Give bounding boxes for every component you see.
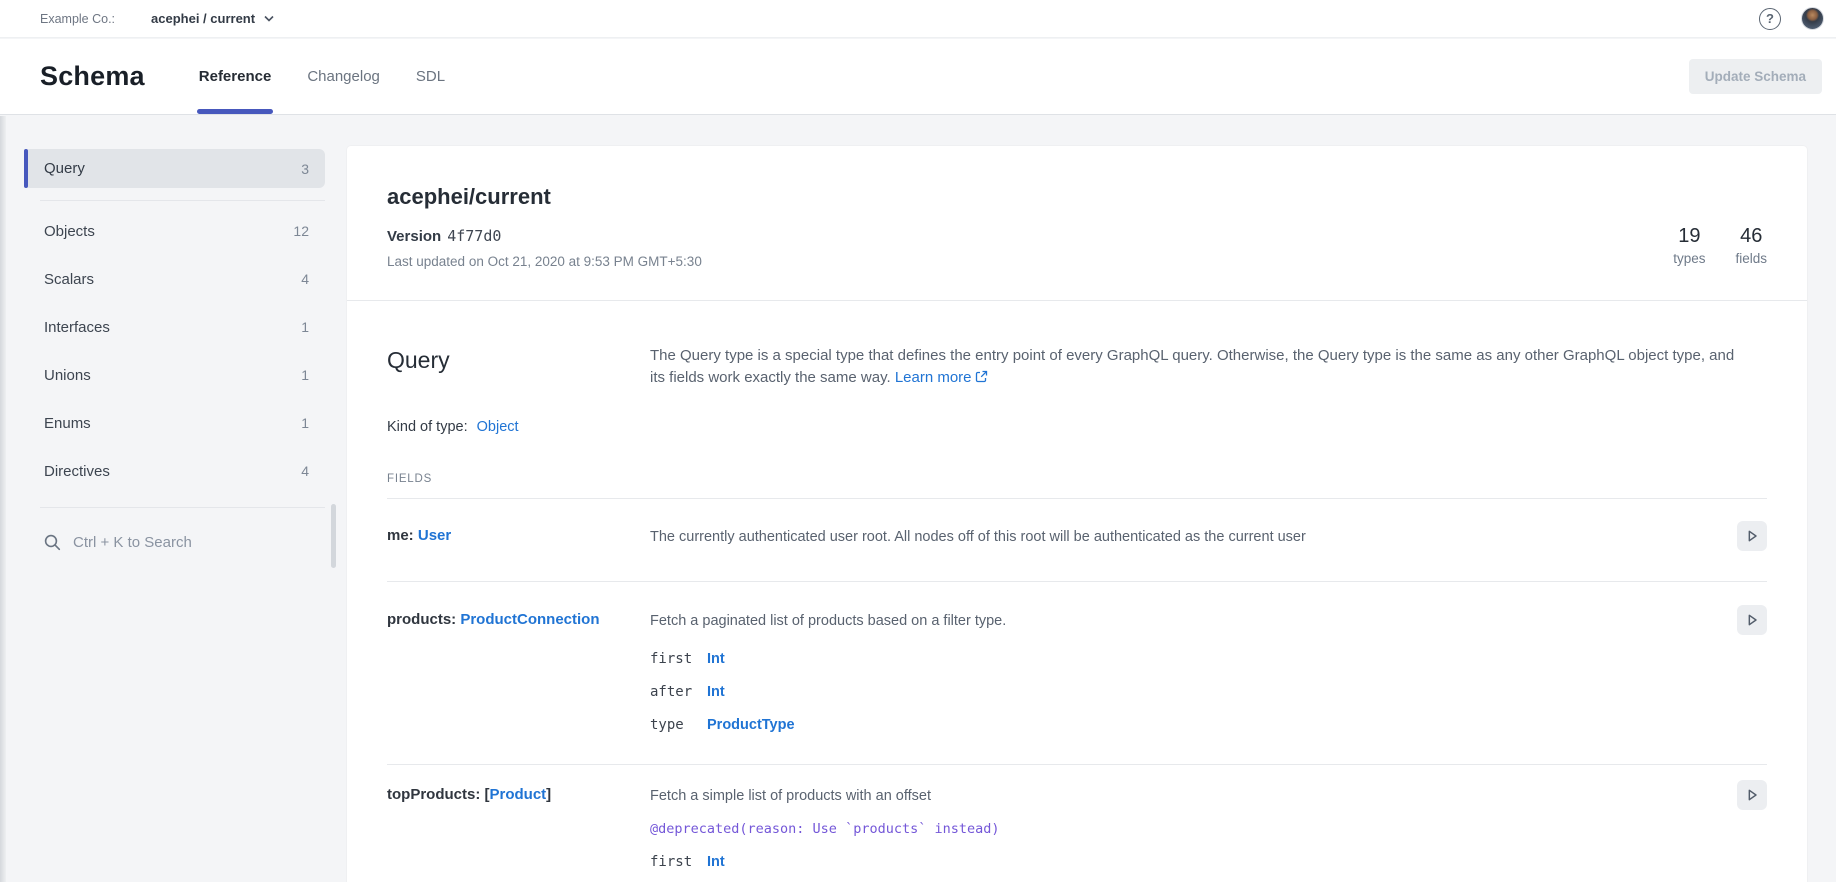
graph-selector-dropdown[interactable]: acephei / current: [151, 11, 274, 26]
help-button[interactable]: ?: [1759, 8, 1781, 30]
argument-row: first Int: [650, 851, 1717, 871]
topbar-right-group: ?: [1759, 7, 1826, 30]
type-header-row: Query The Query type is a special type t…: [387, 345, 1767, 389]
kind-label: Kind of type:: [387, 419, 468, 435]
chevron-down-icon: [264, 15, 274, 22]
org-label: Example Co.:: [40, 12, 115, 26]
field-row-topproducts: topProducts: [Product] Fetch a simple li…: [387, 765, 1767, 882]
sidebar-item-interfaces[interactable]: Interfaces 1: [24, 303, 325, 351]
count-badge: 1: [301, 415, 309, 431]
count-badge: 12: [293, 223, 309, 239]
sidebar-item-enums[interactable]: Enums 1: [24, 399, 325, 447]
count-badge: 3: [301, 161, 309, 177]
divider: [40, 200, 325, 201]
argument-type-link[interactable]: Int: [707, 681, 725, 703]
argument-type-link[interactable]: Int: [707, 648, 725, 670]
argument-type-link[interactable]: Int: [707, 851, 725, 873]
field-description: The currently authenticated user root. A…: [650, 526, 1737, 548]
field-row-products: products: ProductConnection Fetch a pagi…: [387, 582, 1767, 765]
count-badge: 4: [301, 271, 309, 287]
search-hint: Ctrl + K to Search: [73, 534, 192, 551]
argument-row: type ProductType: [650, 714, 1717, 734]
argument-type-link[interactable]: ProductType: [707, 714, 795, 736]
search-trigger[interactable]: Ctrl + K to Search: [24, 518, 325, 566]
schema-type-sidebar: Query 3 Objects 12 Scalars 4 Interfaces …: [24, 116, 325, 566]
field-description: Fetch a simple list of products with an …: [650, 785, 1737, 871]
argument-row: first Int: [650, 648, 1717, 668]
field-name: me: User: [387, 526, 650, 546]
field-type-link[interactable]: Product: [490, 786, 547, 803]
sidebar-item-scalars[interactable]: Scalars 4: [24, 255, 325, 303]
type-name: Query: [387, 345, 650, 375]
field-actions: [1737, 785, 1767, 810]
field-actions: [1737, 610, 1767, 635]
field-type-link[interactable]: User: [418, 527, 451, 544]
page-title: Schema: [40, 61, 145, 92]
count-badge: 1: [301, 319, 309, 335]
field-row-me: me: User The currently authenticated use…: [387, 499, 1767, 582]
user-avatar[interactable]: [1801, 7, 1824, 30]
play-icon: [1744, 612, 1760, 628]
selected-accent-bar: [24, 149, 28, 188]
tab-bar: Reference Changelog SDL: [181, 39, 463, 114]
version-line: Version 4f77d0: [387, 226, 702, 247]
fields-section-label: FIELDS: [387, 473, 1767, 485]
field-description: Fetch a paginated list of products based…: [650, 610, 1737, 734]
field-type-link[interactable]: ProductConnection: [460, 611, 599, 628]
kind-of-type-row: Kind of type: Object: [387, 419, 1767, 435]
schema-reference-card: acephei/current Version 4f77d0 Last updat…: [347, 146, 1807, 882]
play-icon: [1744, 787, 1760, 803]
count-badge: 1: [301, 367, 309, 383]
sidebar-list: Objects 12 Scalars 4 Interfaces 1 Unions…: [24, 207, 325, 495]
type-name-column: Query: [387, 345, 650, 375]
field-name: topProducts: [Product]: [387, 785, 650, 805]
type-description: The Query type is a special type that de…: [650, 345, 1767, 389]
left-scrollbar-strip[interactable]: [0, 116, 6, 882]
learn-more-link[interactable]: Learn more: [895, 369, 988, 386]
field-name: products: ProductConnection: [387, 610, 650, 630]
bracket-close: ]: [546, 786, 551, 803]
sidebar-scrollbar-thumb[interactable]: [331, 504, 336, 568]
argument-row: after Int: [650, 681, 1717, 701]
deprecated-annotation: @deprecated(reason: Use `products` inste…: [650, 819, 1717, 839]
field-actions: [1737, 526, 1767, 551]
stat-types: 19 types: [1673, 224, 1705, 266]
sidebar-item-query[interactable]: Query 3: [24, 149, 325, 188]
search-icon: [44, 534, 61, 551]
update-schema-button[interactable]: Update Schema: [1689, 59, 1822, 94]
top-bar: Example Co.: acephei / current ?: [0, 0, 1836, 38]
content-area: Query 3 Objects 12 Scalars 4 Interfaces …: [0, 116, 1836, 882]
sidebar-item-unions[interactable]: Unions 1: [24, 351, 325, 399]
tab-changelog[interactable]: Changelog: [289, 39, 398, 114]
divider: [40, 507, 325, 508]
question-mark-icon: ?: [1766, 11, 1774, 26]
sidebar-item-directives[interactable]: Directives 4: [24, 447, 325, 495]
external-link-icon: [975, 370, 988, 383]
schema-stats: 19 types 46 fields: [1673, 224, 1767, 266]
version-label: Version: [387, 228, 441, 245]
run-in-explorer-button[interactable]: [1737, 605, 1767, 635]
kind-value-link[interactable]: Object: [477, 419, 519, 435]
graph-selector-label: acephei / current: [151, 11, 255, 26]
graph-title: acephei/current: [387, 182, 702, 212]
run-in-explorer-button[interactable]: [1737, 521, 1767, 551]
graph-summary-left: acephei/current Version 4f77d0 Last updat…: [387, 182, 702, 271]
count-badge: 4: [301, 463, 309, 479]
last-updated: Last updated on Oct 21, 2020 at 9:53 PM …: [387, 253, 702, 271]
run-in-explorer-button[interactable]: [1737, 780, 1767, 810]
graph-summary-header: acephei/current Version 4f77d0 Last updat…: [347, 146, 1807, 301]
tab-reference[interactable]: Reference: [181, 39, 290, 114]
play-icon: [1744, 528, 1760, 544]
type-detail-body: Query The Query type is a special type t…: [347, 301, 1807, 882]
version-value: 4f77d0: [447, 227, 501, 245]
page-header: Schema Reference Changelog SDL Update Sc…: [0, 39, 1836, 115]
active-tab-underline: [197, 109, 274, 114]
stat-fields: 46 fields: [1735, 224, 1767, 266]
sidebar-item-objects[interactable]: Objects 12: [24, 207, 325, 255]
tab-sdl[interactable]: SDL: [398, 39, 463, 114]
